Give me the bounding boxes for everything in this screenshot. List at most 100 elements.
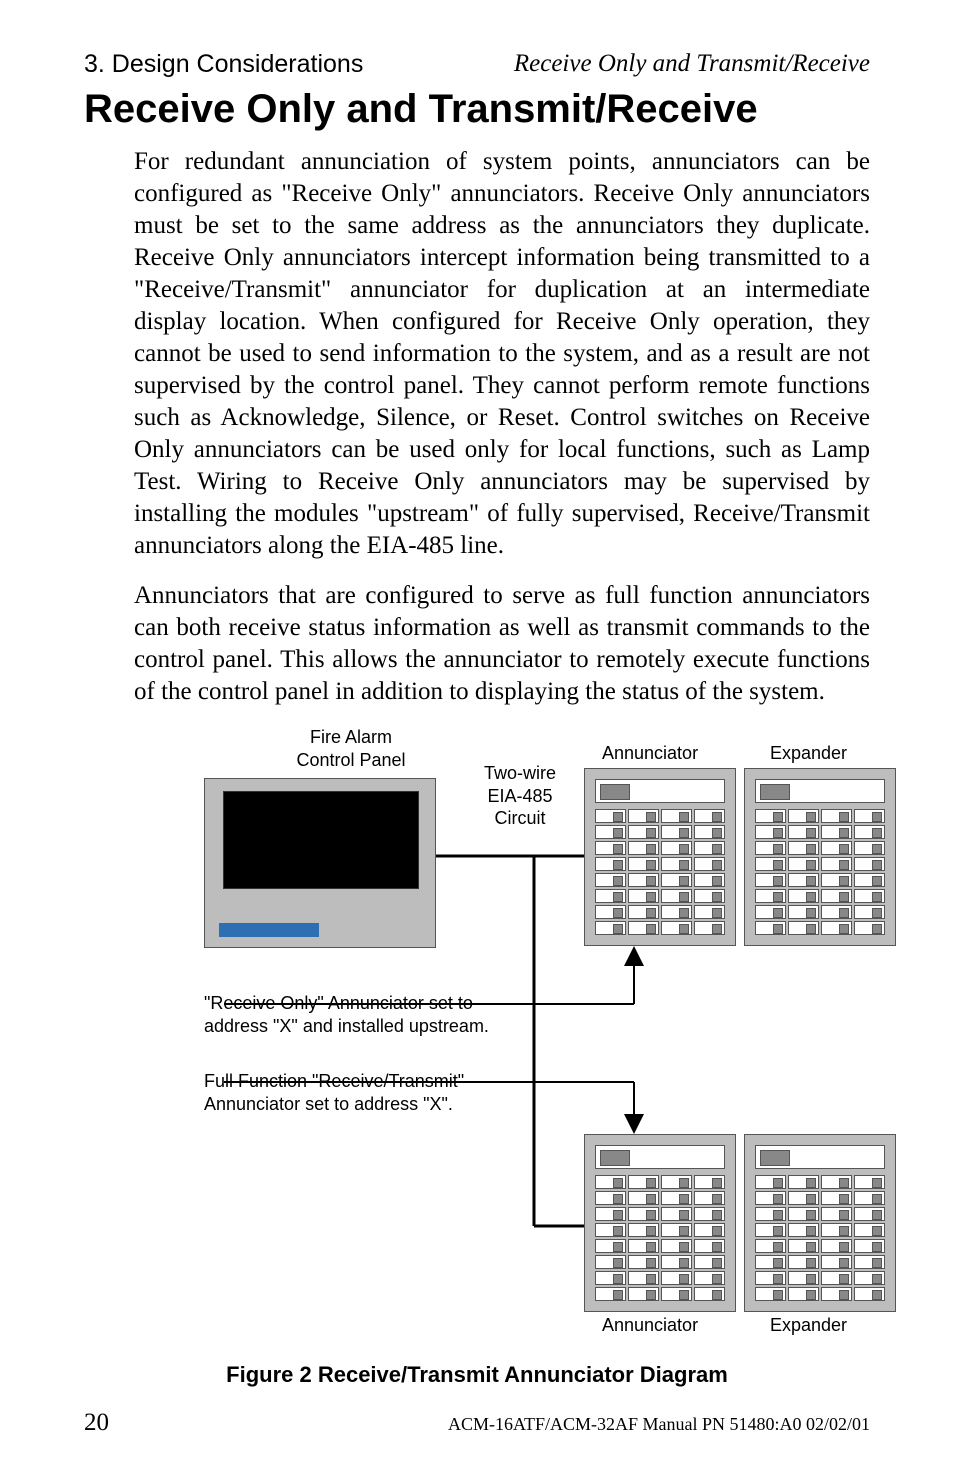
zone-cell — [661, 905, 692, 919]
zone-cell — [661, 1191, 692, 1205]
zone-cell — [694, 873, 725, 887]
zone-cell — [788, 1223, 819, 1237]
zone-cell — [628, 1223, 659, 1237]
zone-cell — [628, 1255, 659, 1269]
zone-cell — [755, 1223, 786, 1237]
zone-cell — [821, 841, 852, 855]
zone-cell — [628, 1239, 659, 1253]
zone-cell — [854, 857, 885, 871]
zone-cell — [628, 825, 659, 839]
zone-cell — [755, 841, 786, 855]
expander-bot-icon — [744, 1134, 896, 1312]
zone-cell — [595, 1287, 626, 1301]
zone-cell — [821, 873, 852, 887]
zone-cell — [595, 1223, 626, 1237]
zone-cell — [854, 1239, 885, 1253]
zone-cell — [661, 889, 692, 903]
zone-cell — [821, 1191, 852, 1205]
running-head-left: 3. Design Considerations — [84, 50, 363, 79]
zone-cell — [755, 1255, 786, 1269]
running-head-right: Receive Only and Transmit/Receive — [514, 50, 870, 79]
zone-cell — [821, 921, 852, 935]
zone-cell — [661, 1255, 692, 1269]
zone-cell — [788, 889, 819, 903]
zone-cell — [661, 873, 692, 887]
zone-cell — [755, 889, 786, 903]
zone-cell — [628, 809, 659, 823]
zone-cell — [661, 1223, 692, 1237]
zone-cell — [755, 921, 786, 935]
zone-cell — [694, 857, 725, 871]
expander-grid — [755, 1175, 885, 1301]
zone-cell — [854, 841, 885, 855]
zone-cell — [694, 1239, 725, 1253]
zone-cell — [854, 825, 885, 839]
label-annunciator-bot: Annunciator — [602, 1314, 698, 1337]
zone-cell — [821, 1271, 852, 1285]
zone-cell — [854, 1271, 885, 1285]
zone-cell — [755, 905, 786, 919]
zone-cell — [694, 1191, 725, 1205]
zone-cell — [854, 889, 885, 903]
zone-cell — [755, 857, 786, 871]
zone-cell — [595, 857, 626, 871]
label-expander-bot: Expander — [770, 1314, 847, 1337]
zone-cell — [661, 841, 692, 855]
annunciator-grid — [595, 1175, 725, 1301]
zone-cell — [628, 841, 659, 855]
zone-cell — [755, 1239, 786, 1253]
zone-cell — [694, 1223, 725, 1237]
zone-cell — [694, 825, 725, 839]
zone-cell — [788, 1175, 819, 1189]
zone-cell — [661, 1239, 692, 1253]
page-number: 20 — [84, 1409, 109, 1437]
zone-cell — [788, 1239, 819, 1253]
zone-cell — [595, 841, 626, 855]
label-expander-top: Expander — [770, 742, 847, 765]
zone-cell — [694, 889, 725, 903]
zone-cell — [694, 921, 725, 935]
zone-cell — [821, 905, 852, 919]
figure-caption: Figure 2 Receive/Transmit Annunciator Di… — [84, 1362, 870, 1388]
zone-cell — [628, 889, 659, 903]
zone-cell — [694, 809, 725, 823]
page-title: Receive Only and Transmit/Receive — [84, 87, 870, 132]
zone-cell — [788, 921, 819, 935]
zone-cell — [694, 1207, 725, 1221]
zone-cell — [628, 905, 659, 919]
zone-cell — [694, 1255, 725, 1269]
label-fire-alarm-control-panel: Fire Alarm Control Panel — [266, 726, 436, 771]
zone-cell — [661, 1271, 692, 1285]
zone-cell — [821, 1287, 852, 1301]
zone-cell — [628, 1207, 659, 1221]
zone-cell — [661, 1207, 692, 1221]
zone-cell — [755, 1191, 786, 1205]
zone-cell — [595, 1271, 626, 1285]
zone-cell — [595, 921, 626, 935]
zone-cell — [755, 809, 786, 823]
expander-grid — [755, 809, 885, 935]
note-receive-transmit: Full Function "Receive/Transmit" Annunci… — [204, 1070, 464, 1115]
label-two-wire-eia485: Two-wire EIA-485 Circuit — [468, 762, 572, 830]
zone-cell — [854, 1255, 885, 1269]
zone-cell — [788, 841, 819, 855]
zone-cell — [694, 1175, 725, 1189]
zone-cell — [854, 905, 885, 919]
zone-cell — [595, 1255, 626, 1269]
zone-cell — [788, 1271, 819, 1285]
zone-cell — [788, 1287, 819, 1301]
zone-cell — [854, 809, 885, 823]
zone-cell — [854, 921, 885, 935]
zone-cell — [821, 1255, 852, 1269]
note-receive-only: "Receive Only" Annunciator set to addres… — [204, 992, 489, 1037]
zone-cell — [788, 905, 819, 919]
zone-cell — [788, 809, 819, 823]
running-head: 3. Design Considerations Receive Only an… — [84, 50, 870, 79]
zone-cell — [821, 1239, 852, 1253]
zone-cell — [694, 905, 725, 919]
zone-cell — [788, 857, 819, 871]
footer: 20 ACM-16ATF/ACM-32AF Manual PN 51480:A0… — [84, 1409, 870, 1437]
zone-cell — [788, 825, 819, 839]
zone-cell — [821, 1175, 852, 1189]
annunciator-top-icon — [584, 768, 736, 946]
